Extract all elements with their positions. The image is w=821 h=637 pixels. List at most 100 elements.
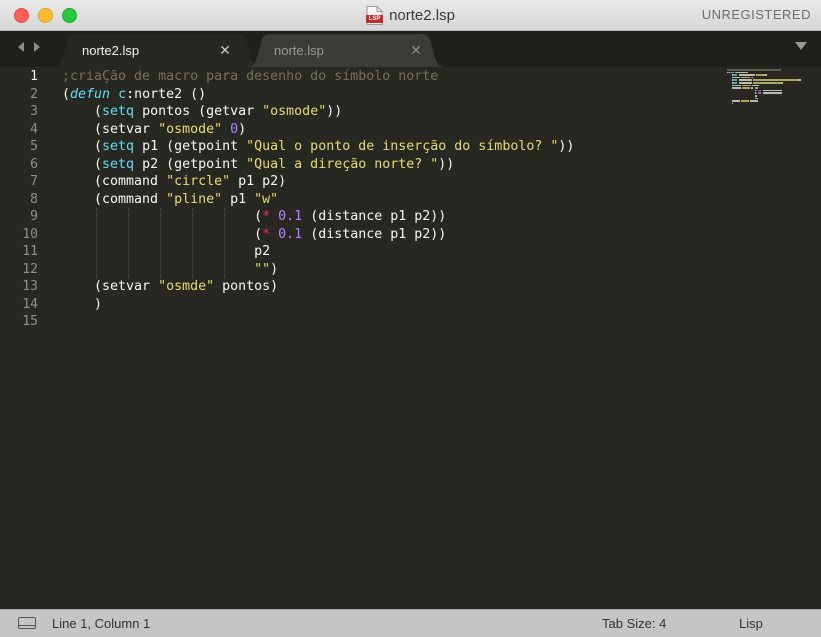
minimap-stroke bbox=[731, 84, 741, 87]
line-number[interactable]: 10 bbox=[0, 226, 38, 244]
minimap-stroke bbox=[731, 100, 740, 102]
registration-status: UNREGISTERED bbox=[701, 7, 811, 22]
code-token-plain: :norte2 () bbox=[126, 86, 207, 102]
title-bar[interactable]: LSP norte2.lsp UNREGISTERED bbox=[0, 0, 821, 31]
code-token-op: * bbox=[262, 209, 271, 224]
line-number[interactable]: 13 bbox=[0, 278, 38, 296]
code-line[interactable]: (setq p2 (getpoint "Qual a direção norte… bbox=[62, 156, 454, 174]
code-token-number: 0.1 bbox=[278, 226, 303, 242]
code-token-plain: (distance p1 p2)) bbox=[302, 226, 447, 242]
code-token-plain: )) bbox=[326, 104, 343, 119]
minimap[interactable] bbox=[727, 69, 815, 109]
close-icon[interactable]: ✕ bbox=[410, 43, 422, 57]
code-line[interactable]: (setq p1 (getpoint "Qual o ponto de inse… bbox=[62, 138, 574, 156]
minimap-stroke bbox=[798, 79, 801, 81]
code-token-keyword: defun bbox=[70, 86, 111, 102]
code-token-plain: ) bbox=[270, 261, 279, 277]
indent-guide bbox=[192, 208, 194, 278]
code-editor[interactable]: 1 2 3 4 5 6 7 8 9 10 11 12 13 14 15 ;criaÇão de macro … bbox=[0, 67, 821, 609]
editor-window: LSP norte2.lsp UNREGISTERED norte2.lsp ✕ bbox=[0, 0, 821, 637]
line-number[interactable]: 8 bbox=[0, 191, 38, 209]
code-line[interactable]: ;criaÇão de macro para desenho do símbol… bbox=[62, 68, 438, 86]
minimap-stroke bbox=[758, 92, 762, 94]
minimap-stroke bbox=[755, 92, 757, 94]
window-title-area: LSP norte2.lsp bbox=[0, 0, 821, 30]
code-line[interactable]: (defun c:norte2 () bbox=[62, 86, 206, 104]
code-line[interactable]: "") bbox=[62, 261, 278, 279]
line-number[interactable]: 1 bbox=[0, 68, 38, 86]
panel-toggle-icon[interactable] bbox=[18, 617, 36, 629]
code-token-plain: ( bbox=[62, 156, 103, 172]
code-token-func: setq bbox=[102, 104, 135, 119]
line-number-gutter[interactable]: 1 2 3 4 5 6 7 8 9 10 11 12 13 14 15 bbox=[0, 67, 52, 609]
code-token-number: 0 bbox=[230, 121, 239, 137]
tab-navigation bbox=[16, 40, 42, 54]
line-number[interactable]: 7 bbox=[0, 173, 38, 191]
triangle-down-icon[interactable] bbox=[795, 42, 807, 50]
code-line[interactable]: (command "circle" p1 p2) bbox=[62, 173, 286, 191]
minimap-stroke bbox=[727, 69, 782, 71]
code-token-string: "osmode" bbox=[262, 104, 327, 119]
minimap-stroke bbox=[741, 84, 752, 87]
code-line[interactable]: (* 0.1 (distance p1 p2)) bbox=[62, 226, 446, 244]
code-token-plain: p1 bbox=[222, 191, 255, 207]
minimap-stroke bbox=[731, 76, 740, 79]
syntax-selector[interactable]: Lisp bbox=[739, 610, 763, 637]
tab-norte[interactable]: norte.lsp ✕ bbox=[246, 34, 446, 67]
code-area[interactable]: ;criaÇão de macro para desenho do símbol… bbox=[62, 67, 721, 609]
code-token-plain: ( bbox=[62, 139, 103, 154]
minimap-stroke bbox=[754, 95, 757, 97]
code-token-string: "" bbox=[254, 261, 271, 277]
line-number[interactable]: 11 bbox=[0, 243, 38, 261]
line-number[interactable]: 4 bbox=[0, 121, 38, 139]
minimap-stroke bbox=[732, 79, 738, 81]
chevron-left-icon[interactable] bbox=[16, 40, 26, 54]
code-token-string: "osmode" bbox=[158, 121, 223, 137]
minimap-stroke bbox=[738, 79, 753, 81]
minimap-stroke bbox=[740, 100, 749, 102]
code-token-number: 0.1 bbox=[278, 209, 303, 224]
code-token-op: * bbox=[262, 226, 271, 242]
code-line[interactable]: (command "pline" p1 "w" bbox=[62, 191, 278, 209]
minimap-stroke bbox=[754, 87, 759, 89]
minimap-stroke bbox=[756, 97, 759, 100]
minimap-stroke bbox=[750, 100, 759, 102]
line-number[interactable]: 3 bbox=[0, 103, 38, 121]
lsp-file-icon: LSP bbox=[366, 5, 384, 25]
tab-size-selector[interactable]: Tab Size: 4 bbox=[602, 610, 666, 637]
close-icon[interactable]: ✕ bbox=[219, 43, 231, 57]
code-token-string: "w" bbox=[254, 191, 279, 207]
line-number[interactable]: 14 bbox=[0, 296, 38, 314]
code-line[interactable]: p2 bbox=[62, 243, 270, 261]
line-number[interactable]: 5 bbox=[0, 138, 38, 156]
tab-norte2[interactable]: norte2.lsp ✕ bbox=[52, 34, 262, 67]
line-number[interactable]: 15 bbox=[0, 313, 38, 331]
line-number[interactable]: 12 bbox=[0, 261, 38, 279]
line-number[interactable]: 6 bbox=[0, 156, 38, 174]
minimap-stroke bbox=[755, 74, 765, 76]
code-token-plain: )) bbox=[558, 139, 575, 154]
code-line[interactable]: (setvar "osmode" 0) bbox=[62, 121, 246, 139]
line-number[interactable]: 2 bbox=[0, 86, 38, 104]
minimap-stroke bbox=[738, 74, 755, 76]
minimap-stroke bbox=[781, 82, 784, 84]
code-line[interactable]: (setvar "osmde" pontos) bbox=[62, 278, 278, 296]
code-line[interactable]: ) bbox=[62, 296, 102, 314]
chevron-right-icon[interactable] bbox=[32, 40, 42, 54]
code-token-func: setq bbox=[102, 139, 135, 154]
code-line[interactable]: (* 0.1 (distance p1 p2)) bbox=[62, 208, 446, 226]
line-number[interactable]: 9 bbox=[0, 208, 38, 226]
minimap-stroke bbox=[762, 89, 783, 92]
code-token-plain: (command bbox=[62, 191, 167, 207]
code-token-string: "Qual a direção norte? " bbox=[246, 156, 439, 172]
minimap-stroke bbox=[741, 87, 750, 89]
code-token-plain: ) bbox=[238, 121, 247, 137]
code-token-string: "circle" bbox=[166, 174, 231, 189]
minimap-stroke bbox=[758, 89, 762, 92]
code-token-plain: p1 p2) bbox=[230, 174, 287, 189]
minimap-stroke bbox=[752, 76, 754, 79]
code-line[interactable]: (setq pontos (getvar "osmode")) bbox=[62, 103, 342, 121]
cursor-position: Line 1, Column 1 bbox=[52, 616, 151, 631]
